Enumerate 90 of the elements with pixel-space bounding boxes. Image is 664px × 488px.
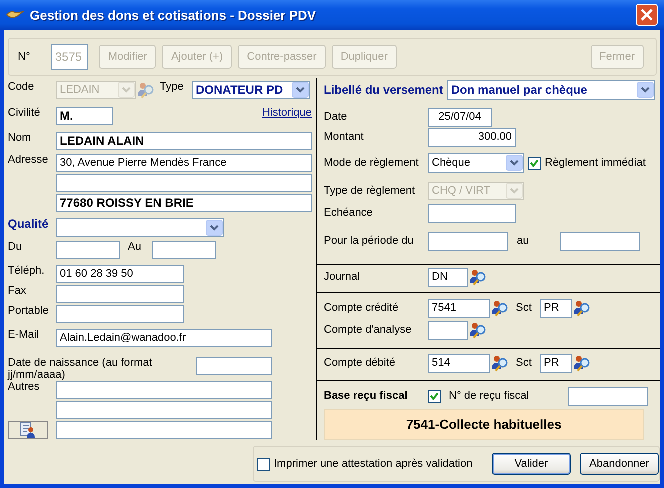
close-button[interactable]	[636, 4, 658, 26]
field-label: Civilité	[8, 107, 42, 120]
person-search-icon	[573, 300, 591, 317]
window-title: Gestion des dons et cotisations - Dossier PDV	[30, 8, 316, 22]
person-search-icon	[491, 300, 509, 317]
input-field[interactable]	[428, 320, 468, 340]
field-label: E-Mail	[8, 329, 40, 342]
field-label: N°	[18, 50, 30, 64]
chevron-icon	[292, 82, 309, 98]
input-field[interactable]: 514	[428, 354, 490, 374]
input-field[interactable]	[56, 305, 184, 323]
input-field[interactable]	[56, 421, 272, 439]
person-search-icon	[491, 355, 509, 372]
checkbox[interactable]	[528, 156, 541, 170]
input-field[interactable]	[56, 285, 184, 303]
field-label: Journal	[324, 270, 362, 284]
input-field[interactable]	[196, 357, 272, 375]
person-search-icon	[469, 322, 487, 339]
input-field[interactable]: PR	[540, 354, 572, 374]
field-label: Portable	[8, 305, 50, 318]
field-label: Autres	[8, 381, 41, 394]
input-field[interactable]	[56, 174, 312, 192]
input-field[interactable]: 25/07/04	[428, 108, 492, 127]
chevron-icon	[118, 82, 135, 98]
input-field[interactable]: DN	[428, 268, 468, 287]
field-label: Libellé du versement	[324, 84, 444, 96]
input-field[interactable]: Alain.Ledain@wanadoo.fr	[56, 329, 272, 347]
field-label: Fax	[8, 285, 28, 298]
field-label: Mode de règlement	[324, 156, 420, 170]
field-label: Type	[160, 81, 185, 94]
checkbox[interactable]	[257, 458, 270, 470]
dropdown[interactable]	[56, 218, 224, 237]
dropdown[interactable]: Chèque	[428, 153, 524, 173]
field-label: N° de reçu fiscal	[449, 390, 530, 403]
checkbox[interactable]	[428, 390, 441, 403]
field-label: Code	[8, 81, 36, 94]
field-label: Sct	[516, 302, 533, 315]
field-label: Date de naissance (au format jj/mm/aaaa)	[8, 357, 154, 381]
field-label: Compte débité	[324, 357, 397, 370]
input-field[interactable]: PR	[540, 298, 572, 318]
field-label: Qualité	[8, 218, 50, 231]
field-label: Téléph.	[8, 265, 46, 278]
contact-card-button[interactable]	[8, 421, 48, 439]
field-label: Adresse	[8, 154, 50, 167]
field-label: Compte crédité	[324, 302, 400, 315]
input-field[interactable]	[56, 381, 272, 399]
dialog-button[interactable]: Abandonner	[580, 453, 659, 475]
dialog-button[interactable]: Valider	[492, 453, 571, 475]
field-label: Sct	[516, 357, 533, 370]
input-field[interactable]	[56, 401, 272, 419]
input-field[interactable]: M.	[56, 107, 113, 125]
field-label: Base reçu fiscal	[324, 390, 409, 403]
input-field[interactable]	[568, 387, 648, 406]
input-field[interactable]	[152, 241, 216, 259]
input-field[interactable]: 7541	[428, 298, 490, 318]
history-link[interactable]: Historique	[262, 107, 312, 120]
input-field[interactable]	[428, 204, 516, 223]
field-label: Règlement immédiat	[545, 156, 646, 170]
field-label: Montant	[324, 131, 365, 144]
field-label: Echéance	[324, 207, 374, 220]
close-icon	[641, 9, 653, 21]
input-field[interactable]: LEDAIN ALAIN	[56, 132, 312, 150]
chevron-icon	[206, 220, 223, 236]
input-field[interactable]: 77680 ROISSY EN BRIE	[56, 194, 312, 212]
person-search-icon	[137, 82, 155, 99]
document-person-icon	[20, 422, 36, 438]
dropdown[interactable]: DONATEUR PD	[192, 81, 310, 99]
chevron-icon	[506, 155, 523, 171]
chevron-icon	[506, 183, 523, 199]
person-search-icon	[469, 268, 487, 286]
input-field[interactable]	[560, 232, 640, 251]
input-field[interactable]: 300.00	[428, 128, 516, 147]
field-label: Pour la période du	[324, 235, 415, 248]
input-field[interactable]: 30, Avenue Pierre Mendès France	[56, 154, 312, 172]
field-label: Date	[324, 111, 348, 124]
field-label: Type de règlement	[324, 184, 416, 198]
field-label: Du	[8, 241, 24, 254]
input-field[interactable]: 01 60 28 39 50	[56, 265, 184, 283]
chevron-icon	[637, 82, 654, 98]
field-label: Au	[128, 241, 142, 254]
person-search-icon	[573, 355, 591, 372]
app-icon	[6, 10, 24, 20]
input-field[interactable]	[56, 241, 120, 259]
field-label: Imprimer une attestation après validation	[274, 458, 473, 470]
field-label: Compte d'analyse	[324, 324, 413, 337]
field-label: au	[517, 235, 530, 248]
account-banner: 7541-Collecte habituelles	[324, 409, 644, 440]
field-label: Nom	[8, 132, 32, 145]
input-field[interactable]	[428, 232, 508, 251]
dropdown[interactable]: Don manuel par chèque	[447, 80, 656, 100]
